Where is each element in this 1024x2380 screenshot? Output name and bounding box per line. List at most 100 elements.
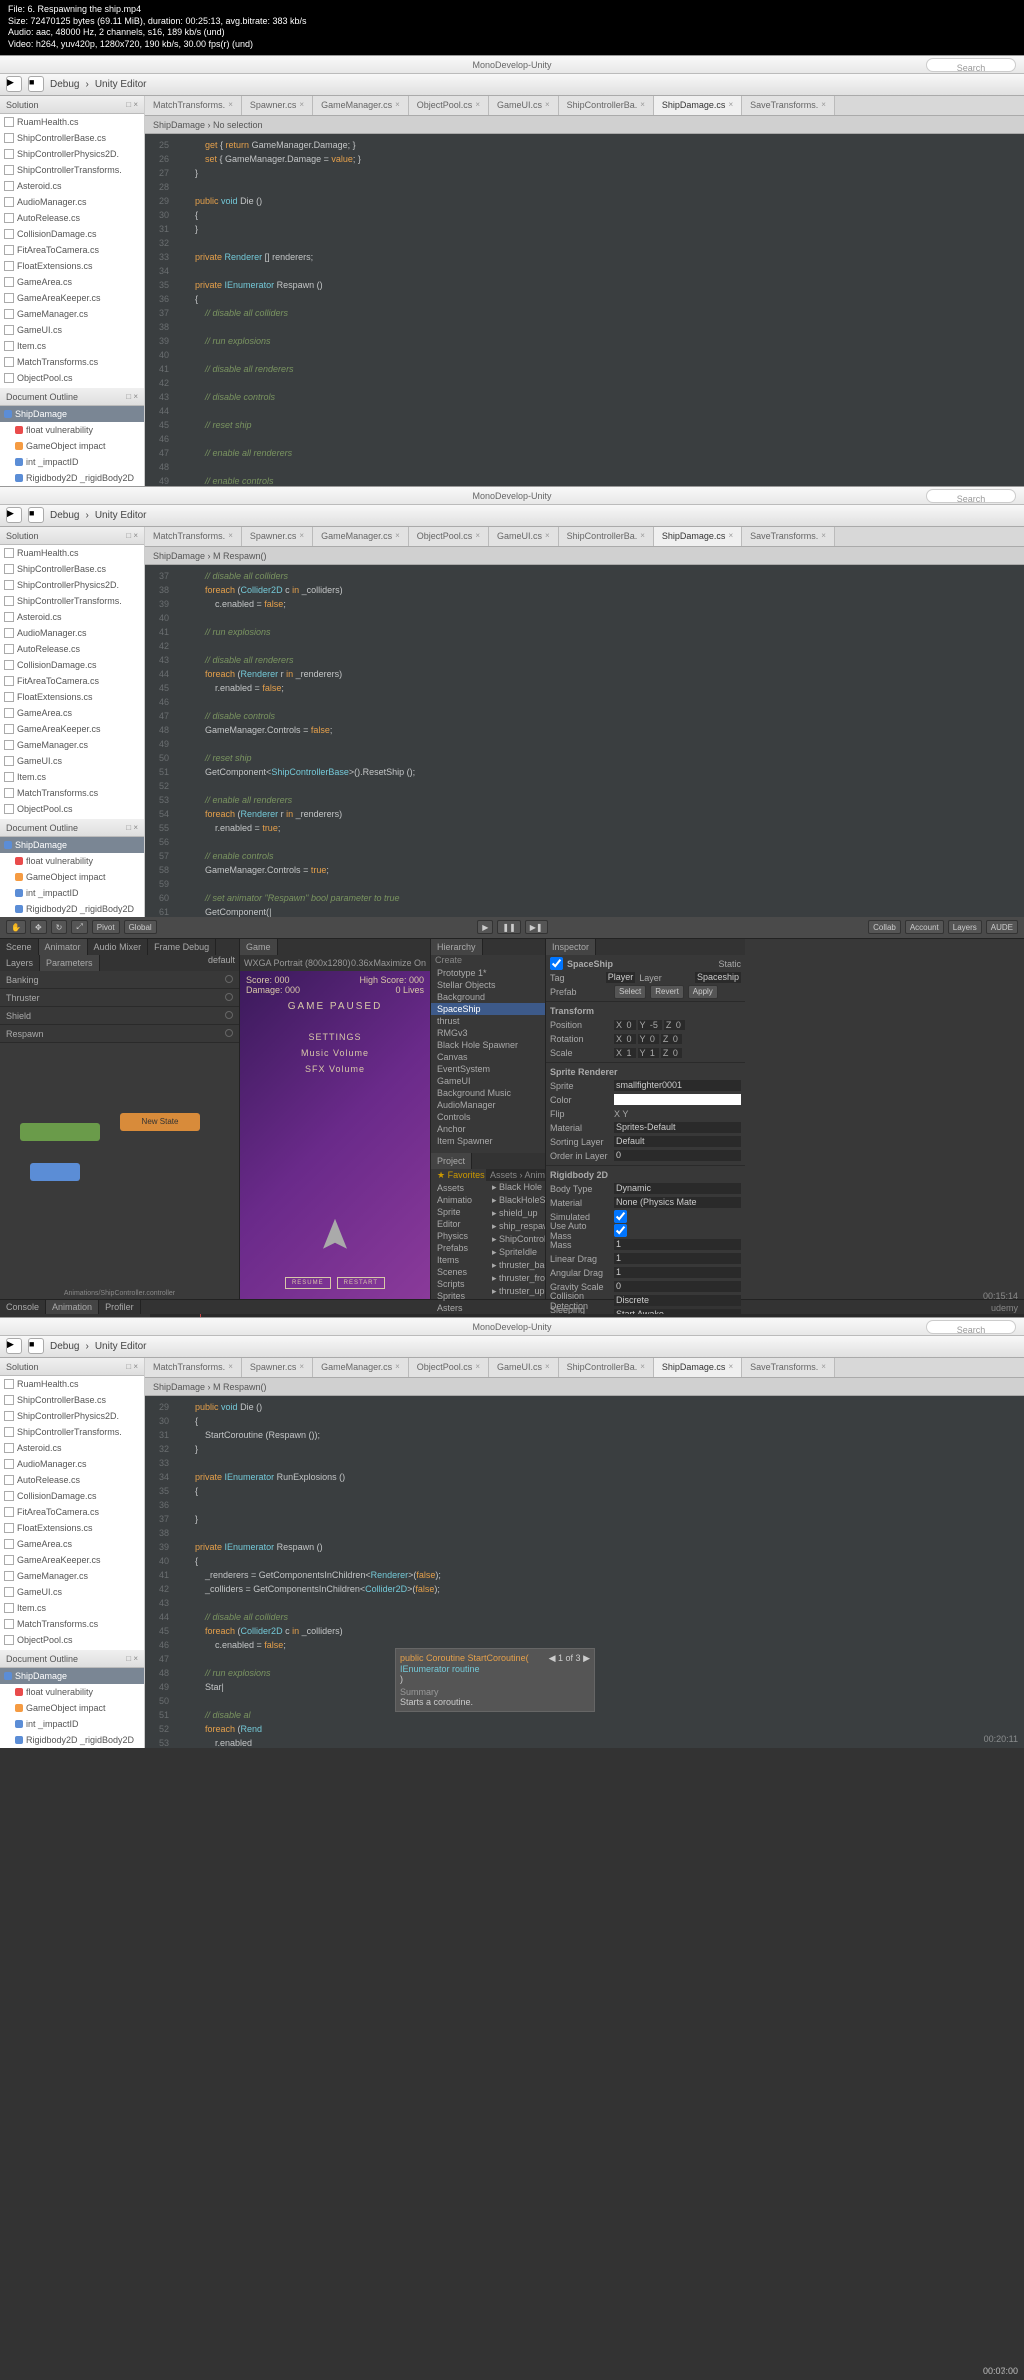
- outline-item[interactable]: float vulnerability: [0, 1684, 144, 1700]
- param-list[interactable]: BankingThrusterShieldRespawn: [0, 971, 239, 1043]
- tab[interactable]: ObjectPool.cs×: [409, 96, 489, 115]
- hierarchy-item[interactable]: Anchor: [431, 1123, 545, 1135]
- file-item[interactable]: GameArea.cs: [0, 1536, 144, 1552]
- create-menu[interactable]: Create: [431, 955, 545, 967]
- tab[interactable]: GameUI.cs×: [489, 1358, 559, 1377]
- file-item[interactable]: ObjectPool.cs: [0, 370, 144, 386]
- tab[interactable]: GameUI.cs×: [489, 96, 559, 115]
- file-item[interactable]: ShipControllerBase.cs: [0, 130, 144, 146]
- stop-button[interactable]: ■: [28, 76, 44, 92]
- file-item[interactable]: ShipControllerPhysics2D.: [0, 146, 144, 162]
- file-item[interactable]: GameUI.cs: [0, 1584, 144, 1600]
- search-input[interactable]: Search: [926, 58, 1016, 72]
- state-node[interactable]: [20, 1123, 100, 1141]
- hierarchy-item[interactable]: AudioManager: [431, 1099, 545, 1111]
- file-item[interactable]: ShipControllerPhysics2D.: [0, 1408, 144, 1424]
- restart-button[interactable]: RESTART: [337, 1277, 385, 1289]
- file-item[interactable]: Item.cs: [0, 338, 144, 354]
- file-item[interactable]: ShipControllerBase.cs: [0, 561, 144, 577]
- file-item[interactable]: AudioManager.cs: [0, 194, 144, 210]
- active-checkbox[interactable]: [550, 957, 563, 970]
- state-node[interactable]: [30, 1163, 80, 1181]
- outline-item[interactable]: float vulnerability: [0, 853, 144, 869]
- tab[interactable]: GameUI.cs×: [489, 527, 559, 546]
- tab[interactable]: ShipDamage.cs×: [654, 527, 742, 546]
- outline-item[interactable]: Rigidbody2D _rigidBody2D: [0, 901, 144, 917]
- account-button[interactable]: Account: [905, 920, 944, 934]
- outline-item[interactable]: int _impactID: [0, 1716, 144, 1732]
- scale-tool[interactable]: ⤢: [71, 920, 87, 934]
- game-toolbar[interactable]: WXGA Portrait (800x1280)0.36xMaximize On: [240, 955, 430, 971]
- outline-item[interactable]: Rigidbody2D _rigidBody2D: [0, 470, 144, 486]
- tag-dropdown[interactable]: Player: [606, 972, 636, 983]
- outline-class[interactable]: ShipDamage: [0, 837, 144, 853]
- param-row[interactable]: Banking: [0, 971, 239, 989]
- game-tab[interactable]: Game: [240, 939, 278, 955]
- hierarchy-item[interactable]: Stellar Objects: [431, 979, 545, 991]
- file-item[interactable]: ObjectPool.cs: [0, 801, 144, 817]
- search-input[interactable]: Search: [926, 489, 1016, 503]
- file-item[interactable]: Item.cs: [0, 769, 144, 785]
- hierarchy-item[interactable]: Background Music: [431, 1087, 545, 1099]
- tab[interactable]: SaveTransforms.×: [742, 527, 835, 546]
- resume-button[interactable]: RESUME: [285, 1277, 331, 1289]
- tab[interactable]: MatchTransforms.×: [145, 96, 242, 115]
- layers-button[interactable]: Layers: [948, 920, 982, 934]
- outline-item[interactable]: GameObject impact: [0, 438, 144, 454]
- file-item[interactable]: FloatExtensions.cs: [0, 1520, 144, 1536]
- layers-subtab[interactable]: Layers: [0, 955, 40, 971]
- param-row[interactable]: Respawn: [0, 1025, 239, 1043]
- collab-button[interactable]: Collab: [868, 920, 901, 934]
- file-item[interactable]: GameUI.cs: [0, 753, 144, 769]
- tab[interactable]: SaveTransforms.×: [742, 1358, 835, 1377]
- file-item[interactable]: MatchTransforms.cs: [0, 1616, 144, 1632]
- file-item[interactable]: RuamHealth.cs: [0, 114, 144, 130]
- tab[interactable]: ShipDamage.cs×: [654, 96, 742, 115]
- hierarchy-item[interactable]: GameUI: [431, 1075, 545, 1087]
- state-node-new[interactable]: New State: [120, 1113, 200, 1131]
- hierarchy-item[interactable]: SpaceShip: [431, 1003, 545, 1015]
- tab[interactable]: Spawner.cs×: [242, 96, 313, 115]
- file-item[interactable]: ShipControllerTransforms.: [0, 162, 144, 178]
- file-item[interactable]: GameArea.cs: [0, 705, 144, 721]
- tab[interactable]: ShipControllerBa.×: [559, 1358, 654, 1377]
- file-item[interactable]: GameManager.cs: [0, 1568, 144, 1584]
- move-tool[interactable]: ✥: [30, 920, 47, 934]
- file-item[interactable]: GameArea.cs: [0, 274, 144, 290]
- animation-tab[interactable]: Animation: [46, 1300, 99, 1314]
- target-selector[interactable]: Unity Editor: [95, 79, 147, 90]
- file-item[interactable]: ShipControllerBase.cs: [0, 1392, 144, 1408]
- code-area[interactable]: 25 get { return GameManager.Damage; }26 …: [145, 134, 1024, 486]
- tab[interactable]: GameManager.cs×: [313, 1358, 409, 1377]
- outline-list[interactable]: ShipDamagefloat vulnerabilityGameObject …: [0, 837, 144, 917]
- step-button[interactable]: ▶❚: [525, 920, 548, 934]
- file-item[interactable]: AutoRelease.cs: [0, 210, 144, 226]
- breadcrumb[interactable]: ShipDamage › M Respawn(): [145, 1378, 1024, 1396]
- console-tab[interactable]: Console: [0, 1300, 46, 1314]
- file-item[interactable]: FloatExtensions.cs: [0, 689, 144, 705]
- config-selector[interactable]: Debug: [50, 79, 79, 90]
- file-item[interactable]: RuamHealth.cs: [0, 1376, 144, 1392]
- param-row[interactable]: Shield: [0, 1007, 239, 1025]
- file-item[interactable]: FitAreaToCamera.cs: [0, 242, 144, 258]
- outline-list[interactable]: ShipDamagefloat vulnerabilityGameObject …: [0, 1668, 144, 1748]
- tab[interactable]: MatchTransforms.×: [145, 1358, 242, 1377]
- outline-class[interactable]: ShipDamage: [0, 406, 144, 422]
- inspector-tab[interactable]: Inspector: [546, 939, 596, 955]
- file-item[interactable]: ShipControllerTransforms.: [0, 1424, 144, 1440]
- tab-bar[interactable]: MatchTransforms.×Spawner.cs×GameManager.…: [145, 527, 1024, 547]
- params-subtab[interactable]: Parameters: [40, 955, 100, 971]
- stop-button[interactable]: ■: [28, 1338, 44, 1354]
- breadcrumb[interactable]: ShipDamage › M Respawn(): [145, 547, 1024, 565]
- layout-button[interactable]: AUDE: [986, 920, 1018, 934]
- tab[interactable]: SaveTransforms.×: [742, 96, 835, 115]
- file-item[interactable]: GameAreaKeeper.cs: [0, 1552, 144, 1568]
- run-button[interactable]: ▶: [6, 76, 22, 92]
- file-item[interactable]: ShipControllerPhysics2D.: [0, 577, 144, 593]
- outline-item[interactable]: GameObject impact: [0, 869, 144, 885]
- file-item[interactable]: CollisionDamage.cs: [0, 1488, 144, 1504]
- tab[interactable]: ShipDamage.cs×: [654, 1358, 742, 1377]
- run-button[interactable]: ▶: [6, 1338, 22, 1354]
- file-item[interactable]: CollisionDamage.cs: [0, 226, 144, 242]
- file-item[interactable]: Asteroid.cs: [0, 609, 144, 625]
